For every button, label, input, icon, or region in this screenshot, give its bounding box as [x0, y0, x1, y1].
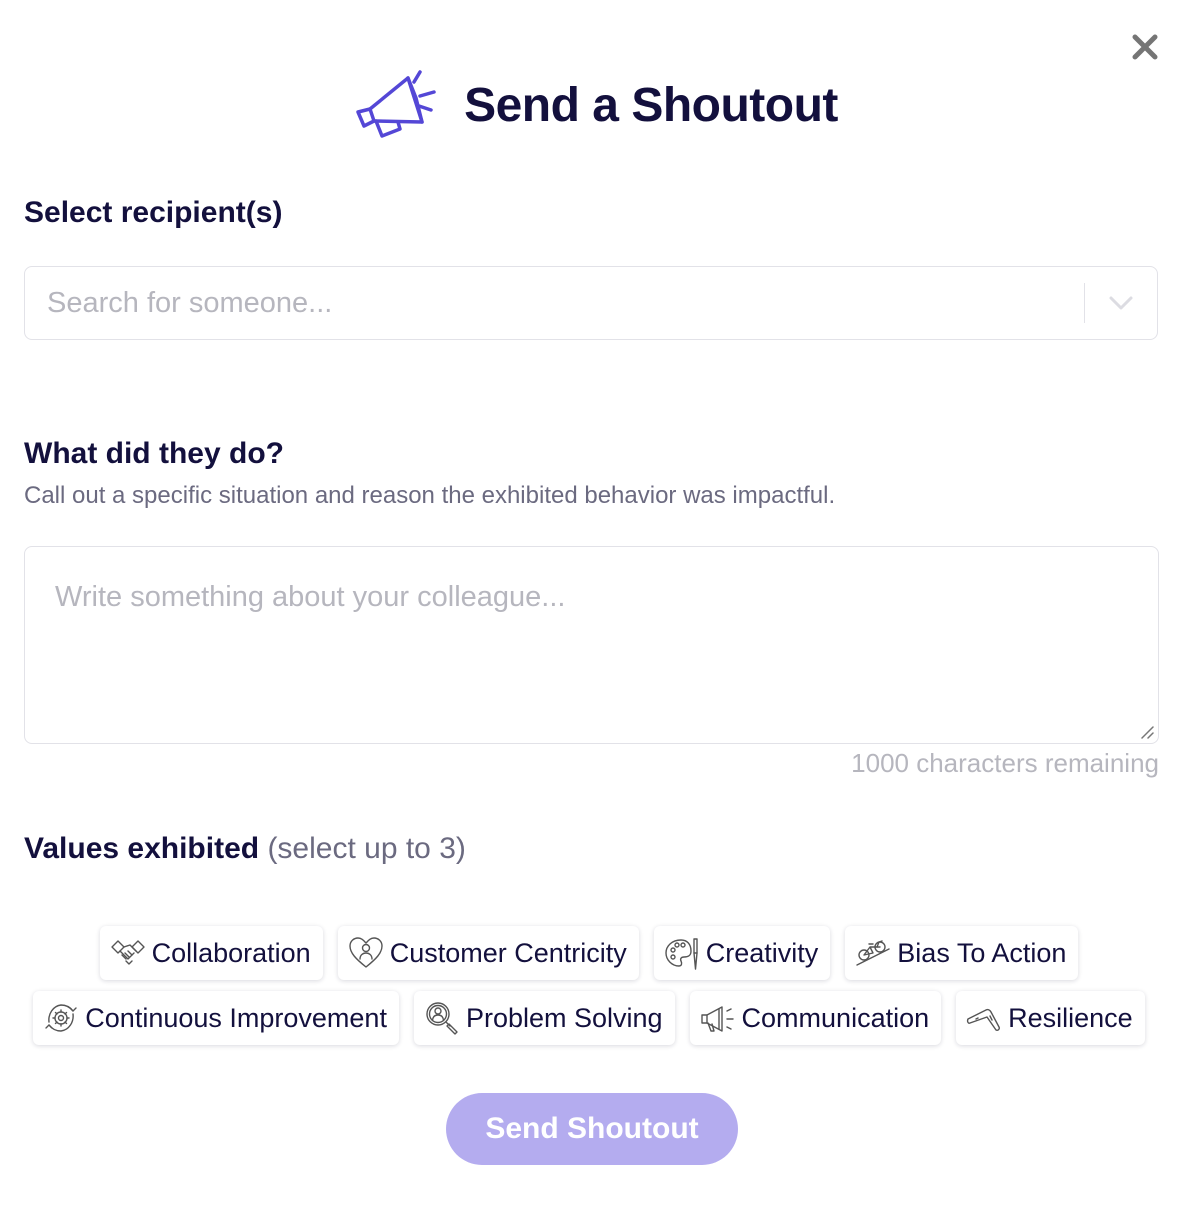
values-heading: Values exhibited (select up to 3) [24, 832, 466, 866]
value-chip-collaboration[interactable]: Collaboration [99, 926, 323, 980]
recipient-select[interactable] [24, 266, 1158, 340]
heart-person-icon [349, 937, 383, 968]
recipient-search-input[interactable] [25, 266, 1084, 340]
chip-label: Resilience [1008, 1002, 1133, 1033]
value-chip-customer-centricity[interactable]: Customer Centricity [337, 926, 639, 980]
palette-icon [665, 938, 698, 970]
description-field-wrapper [24, 546, 1159, 744]
chevron-down-icon [1109, 296, 1133, 310]
values-label: Values exhibited [24, 832, 260, 865]
description-textarea[interactable] [25, 547, 1158, 743]
boomerang-icon [967, 1008, 1001, 1031]
recipients-label: Select recipient(s) [24, 196, 283, 229]
value-chips-row-1: Collaboration Customer Centricity Creati… [0, 926, 1178, 980]
characters-remaining: 1000 characters remaining [851, 748, 1159, 778]
value-chip-bias-to-action[interactable]: Bias To Action [845, 926, 1079, 980]
description-label: What did they do? [24, 437, 284, 470]
close-icon [1132, 34, 1158, 60]
chip-label: Bias To Action [897, 937, 1067, 968]
value-chip-creativity[interactable]: Creativity [653, 926, 831, 980]
value-chip-communication[interactable]: Communication [689, 991, 942, 1045]
value-chip-problem-solving[interactable]: Problem Solving [413, 991, 675, 1045]
chip-label: Communication [741, 1002, 930, 1033]
page-title: Send a Shoutout [464, 78, 838, 132]
values-hint: (select up to 3) [267, 832, 466, 865]
megaphone-icon [700, 1006, 734, 1032]
magnifier-person-icon [426, 1002, 458, 1035]
send-shoutout-button[interactable]: Send Shoutout [446, 1093, 738, 1165]
close-button[interactable] [1129, 31, 1161, 63]
bicycle-icon [856, 940, 890, 966]
chip-label: Creativity [705, 937, 819, 968]
value-chip-resilience[interactable]: Resilience [956, 991, 1145, 1045]
resize-handle-icon[interactable] [1138, 723, 1154, 739]
chip-label: Collaboration [151, 937, 311, 968]
chip-label: Customer Centricity [389, 937, 627, 968]
value-chip-continuous-improvement[interactable]: Continuous Improvement [33, 991, 399, 1045]
modal-header: Send a Shoutout [0, 60, 1178, 150]
chip-label: Problem Solving [465, 1002, 663, 1033]
description-helper: Call out a specific situation and reason… [24, 482, 836, 509]
chip-label: Continuous Improvement [85, 1002, 387, 1033]
recipient-dropdown-toggle[interactable] [1085, 267, 1157, 339]
megaphone-icon [356, 70, 436, 138]
gear-cycle-icon [45, 1004, 77, 1032]
value-chips-row-2: Continuous Improvement Problem Solving C… [0, 991, 1178, 1045]
handshake-icon [110, 940, 145, 965]
